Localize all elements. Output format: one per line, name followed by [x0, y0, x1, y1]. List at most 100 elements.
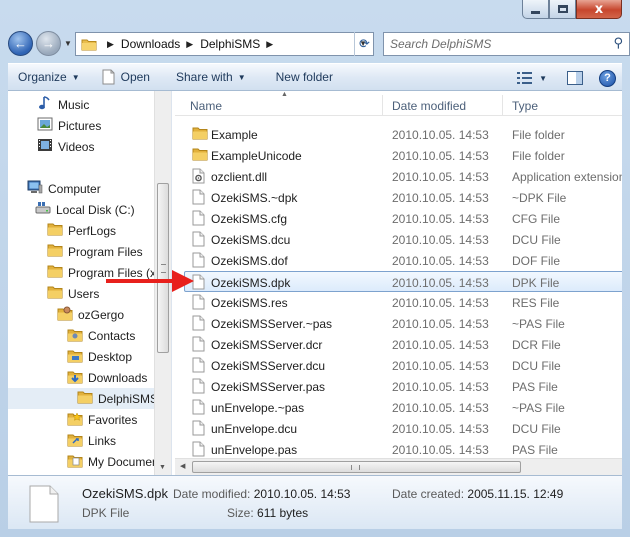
preview-pane-icon[interactable] [567, 71, 583, 85]
file-type: CFG File [512, 212, 560, 226]
view-options-icon[interactable] [517, 71, 533, 85]
nav-item-my-documents[interactable]: My Documents [67, 451, 168, 472]
navigation-scroll-thumb[interactable] [157, 183, 169, 353]
breadcrumb-delphisms[interactable]: DelphiSMS ▶ [200, 37, 280, 51]
file-row[interactable]: ExampleUnicode 2010.10.05. 14:53 File fold… [185, 145, 622, 166]
nav-item-ozgergo[interactable]: ozGergo [57, 304, 124, 325]
close-button[interactable]: x [576, 0, 622, 19]
file-row[interactable]: Example 2010.10.05. 14:53 File folder [185, 124, 622, 145]
file-row[interactable]: OzekiSMS.dpk 2010.10.05. 14:53 DPK File [184, 271, 622, 292]
scroll-down-icon[interactable]: ▼ [159, 464, 166, 471]
nav-item-program-files[interactable]: Program Files [47, 241, 143, 262]
column-divider[interactable] [502, 95, 503, 115]
documents-icon [67, 452, 83, 471]
file-name: OzekiSMS.dof [211, 254, 288, 268]
scroll-left-icon[interactable]: ◀ [180, 462, 185, 470]
file-icon [192, 378, 205, 397]
maximize-button[interactable] [549, 0, 576, 19]
computer-icon [27, 179, 43, 198]
search-box[interactable]: ⚲ [383, 32, 630, 56]
file-icon [192, 357, 205, 376]
open-button[interactable]: Open [88, 63, 158, 91]
file-row[interactable]: unEnvelope.~pas 2010.10.05. 14:53 ~PAS Fil… [185, 397, 622, 418]
horizontal-scroll-thumb[interactable] [192, 461, 521, 473]
file-row[interactable]: OzekiSMS.res 2010.10.05. 14:53 RES File [185, 292, 622, 313]
file-row[interactable]: OzekiSMS.~dpk 2010.10.05. 14:53 ~DPK File [185, 187, 622, 208]
forward-button[interactable]: → [36, 31, 61, 56]
view-dropdown-icon[interactable]: ▼ [539, 74, 547, 83]
file-row[interactable]: OzekiSMSServer.dcr 2010.10.05. 14:53 DCR F… [185, 334, 622, 355]
details-file-name: OzekiSMS.dpk [82, 486, 168, 501]
new-folder-button[interactable]: New folder [254, 63, 341, 91]
back-button[interactable]: ← [8, 31, 33, 56]
recent-pages-dropdown[interactable]: ▼ [64, 39, 72, 48]
nav-item-computer[interactable]: Computer [27, 178, 101, 199]
nav-item-videos[interactable]: Videos [37, 136, 94, 157]
nav-item-delphisms[interactable]: DelphiSMS [8, 388, 158, 409]
nav-item-contacts[interactable]: Contacts [67, 325, 135, 346]
nav-item-downloads[interactable]: Downloads [67, 367, 147, 388]
file-row[interactable]: OzekiSMS.cfg 2010.10.05. 14:53 CFG File [185, 208, 622, 229]
minimize-button[interactable] [522, 0, 549, 19]
file-row[interactable]: unEnvelope.pas 2010.10.05. 14:53 PAS File [185, 439, 622, 460]
navigation-scrollbar[interactable]: ▼ [154, 91, 171, 475]
file-row[interactable]: OzekiSMS.dof 2010.10.05. 14:53 DOF File [185, 250, 622, 271]
nav-item-favorites[interactable]: Favorites [67, 409, 137, 430]
file-row[interactable]: OzekiSMSServer.~pas 2010.10.05. 14:53 ~PAS… [185, 313, 622, 334]
content-area: Music Pictures Videos Computer Local Disk (C… [8, 91, 622, 475]
user-folder-icon [57, 305, 73, 324]
nav-item-label: Links [88, 433, 117, 448]
help-icon[interactable]: ? [599, 69, 616, 87]
toolbar-right: ▼ ? [517, 64, 616, 92]
nav-item-label: Program Files [68, 244, 143, 259]
address-bar[interactable]: ▶ Downloads ▶ DelphiSMS ▶ ▼ [75, 32, 374, 56]
search-icon[interactable]: ⚲ [613, 36, 623, 51]
nav-item-program-files-x86[interactable]: Program Files (x86) [47, 262, 171, 283]
nav-item-links[interactable]: Links [67, 430, 116, 451]
file-row[interactable]: OzekiSMS.dcu 2010.10.05. 14:53 DCU File [185, 229, 622, 250]
refresh-button[interactable]: ⟳ [354, 32, 374, 56]
folder-icon [47, 285, 63, 302]
file-date-modified: 2010.10.05. 14:53 [392, 296, 489, 310]
file-name: ExampleUnicode [211, 149, 302, 163]
file-name: OzekiSMS.dcu [211, 233, 291, 247]
nav-item-local-disk-c[interactable]: Local Disk (C:) [35, 199, 135, 220]
file-icon [192, 336, 205, 355]
nav-item-desktop[interactable]: Desktop [67, 346, 132, 367]
column-divider[interactable] [382, 95, 383, 115]
nav-item-users[interactable]: Users [47, 283, 99, 304]
file-row[interactable]: unEnvelope.dcu 2010.10.05. 14:53 DCU File [185, 418, 622, 439]
file-name: OzekiSMSServer.dcu [211, 359, 326, 373]
sort-ascending-icon: ▲ [281, 91, 288, 98]
file-date-modified: 2010.10.05. 14:53 [392, 276, 489, 290]
file-type: ~PAS File [512, 401, 565, 415]
details-date-created: Date created: 2005.11.15. 12:49 [392, 487, 564, 501]
folder-icon [192, 126, 208, 143]
nav-item-perflogs[interactable]: PerfLogs [47, 220, 116, 241]
file-row[interactable]: OzekiSMSServer.dcu 2010.10.05. 14:53 DCU F… [185, 355, 622, 376]
file-type: DCR File [512, 338, 561, 352]
file-name: OzekiSMSServer.pas [211, 380, 326, 394]
file-type: DOF File [512, 254, 560, 268]
folder-icon [47, 243, 63, 260]
folder-icon [77, 390, 93, 407]
file-name: OzekiSMS.dpk [211, 276, 291, 290]
breadcrumb-downloads[interactable]: Downloads ▶ [121, 37, 200, 51]
organize-button[interactable]: Organize ▼ [8, 63, 88, 91]
search-input[interactable] [384, 37, 594, 51]
breadcrumb-separator[interactable]: ▶ [101, 39, 121, 50]
file-date-modified: 2010.10.05. 14:53 [392, 422, 489, 436]
file-date-modified: 2010.10.05. 14:53 [392, 149, 489, 163]
file-row[interactable]: ozclient.dll 2010.10.05. 14:53 Application… [185, 166, 622, 187]
share-with-button[interactable]: Share with ▼ [158, 63, 254, 91]
column-header-date[interactable]: Date modified [392, 99, 466, 113]
column-header-type[interactable]: Type [512, 99, 538, 113]
horizontal-scrollbar[interactable]: ◀ [175, 458, 622, 475]
nav-item-pictures[interactable]: Pictures [37, 115, 101, 136]
file-row[interactable]: OzekiSMSServer.pas 2010.10.05. 14:53 PAS F… [185, 376, 622, 397]
nav-item-music[interactable]: Music [37, 94, 89, 115]
nav-item-label: Computer [48, 181, 101, 196]
column-header-name[interactable]: Name [190, 99, 222, 113]
links-icon [67, 431, 83, 450]
file-type: File folder [512, 128, 565, 142]
